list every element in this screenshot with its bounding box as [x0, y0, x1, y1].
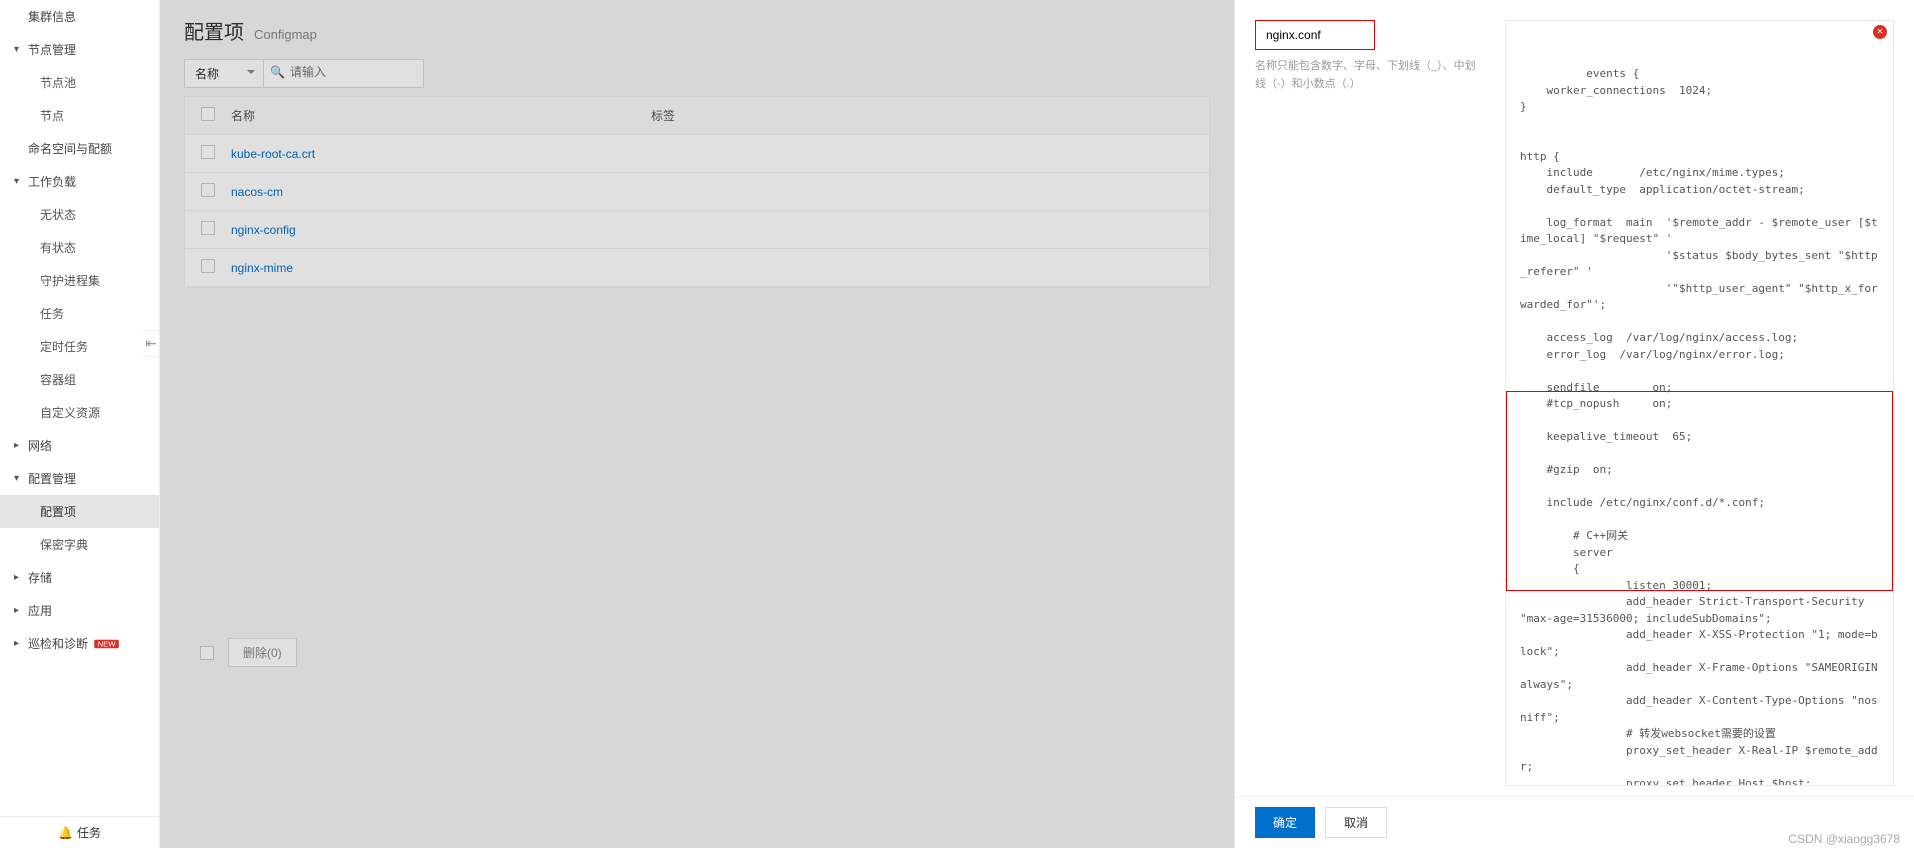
sidebar-collapse-toggle[interactable]: ⇤ — [143, 330, 160, 357]
table-footer: 删除(0) — [184, 628, 1210, 677]
code-editor[interactable]: ✕ events { worker_connections 1024; } ht… — [1505, 20, 1894, 786]
sidebar-item-label: 任务 — [40, 305, 64, 322]
sidebar-item-9[interactable]: 任务 — [0, 297, 159, 330]
footer-checkbox[interactable] — [200, 646, 214, 660]
sidebar-item-label: 巡检和诊断 — [28, 635, 88, 652]
sidebar-item-label: 配置项 — [40, 503, 76, 520]
sidebar-item-label: 有状态 — [40, 239, 76, 256]
row-checkbox[interactable] — [201, 259, 215, 273]
sidebar-item-label: 节点池 — [40, 74, 76, 91]
sidebar-item-11[interactable]: 容器组 — [0, 363, 159, 396]
highlight-server-block — [1506, 391, 1893, 591]
sidebar-item-label: 自定义资源 — [40, 404, 100, 421]
table-row: kube-root-ca.crt — [185, 135, 1209, 173]
edit-panel: 名称只能包含数字、字母、下划线（_）、中划线（-）和小数点（.） ✕ event… — [1234, 0, 1914, 848]
sidebar-item-1[interactable]: ▾ 节点管理 — [0, 33, 159, 66]
new-badge: NEW — [94, 639, 119, 648]
cancel-button[interactable]: 取消 — [1325, 807, 1387, 838]
delete-button[interactable]: 删除(0) — [228, 638, 297, 667]
code-content: events { worker_connections 1024; } http… — [1520, 67, 1884, 786]
sidebar-item-label: 配置管理 — [28, 470, 76, 487]
sidebar-item-label: 命名空间与配额 — [28, 140, 112, 157]
row-checkbox[interactable] — [201, 221, 215, 235]
sidebar-footer-label: 任务 — [77, 824, 101, 841]
page-title-text: 配置项 — [184, 16, 244, 45]
table-row: nginx-mime — [185, 249, 1209, 287]
chevron-icon: ▾ — [14, 473, 24, 484]
sidebar-item-3[interactable]: 节点 — [0, 99, 159, 132]
row-name-link[interactable]: nacos-cm — [231, 185, 283, 199]
table-header: 名称 标签 — [185, 97, 1209, 135]
filename-hint: 名称只能包含数字、字母、下划线（_）、中划线（-）和小数点（.） — [1255, 58, 1485, 93]
sidebar-item-label: 守护进程集 — [40, 272, 100, 289]
filter-select-value: 名称 — [195, 67, 219, 81]
chevron-icon: ▸ — [14, 440, 24, 451]
sidebar-item-label: 容器组 — [40, 371, 76, 388]
sidebar-item-label: 存储 — [28, 569, 52, 586]
sidebar-item-label: 应用 — [28, 602, 52, 619]
sidebar-item-16[interactable]: 保密字典 — [0, 528, 159, 561]
page-title: 配置项 Configmap — [184, 16, 1210, 45]
sidebar-item-19[interactable]: ▸ 巡检和诊断 NEW — [0, 627, 159, 660]
row-checkbox[interactable] — [201, 183, 215, 197]
table-row: nacos-cm — [185, 173, 1209, 211]
column-label: 标签 — [651, 107, 1193, 124]
table-row: nginx-config — [185, 211, 1209, 249]
row-name-link[interactable]: nginx-config — [231, 223, 296, 237]
sidebar-item-6[interactable]: 无状态 — [0, 198, 159, 231]
filter-select[interactable]: 名称 — [184, 59, 264, 88]
sidebar-item-0[interactable]: 集群信息 — [0, 0, 159, 33]
close-icon[interactable]: ✕ — [1873, 25, 1887, 39]
config-table: 名称 标签 kube-root-ca.crt nacos-cm nginx-conf… — [184, 96, 1210, 288]
filter-bar: 名称 🔍 — [184, 59, 1210, 88]
row-checkbox[interactable] — [201, 145, 215, 159]
filter-input-wrap: 🔍 — [264, 59, 424, 88]
select-all-checkbox[interactable] — [201, 107, 215, 121]
sidebar-item-13[interactable]: ▸ 网络 — [0, 429, 159, 462]
sidebar-item-label: 节点 — [40, 107, 64, 124]
sidebar-item-label: 定时任务 — [40, 338, 88, 355]
sidebar-item-label: 节点管理 — [28, 41, 76, 58]
chevron-icon: ▾ — [14, 176, 24, 187]
sidebar-footer[interactable]: 🔔 任务 — [0, 816, 159, 848]
sidebar-item-2[interactable]: 节点池 — [0, 66, 159, 99]
search-icon: 🔍 — [270, 65, 285, 79]
sidebar: 集群信息▾节点管理节点池节点命名空间与配额▾工作负载无状态有状态守护进程集任务定… — [0, 0, 160, 848]
chevron-icon: ▸ — [14, 605, 24, 616]
sidebar-item-10[interactable]: 定时任务 — [0, 330, 159, 363]
sidebar-item-18[interactable]: ▸ 应用 — [0, 594, 159, 627]
confirm-button[interactable]: 确定 — [1255, 807, 1315, 838]
sidebar-item-4[interactable]: 命名空间与配额 — [0, 132, 159, 165]
sidebar-item-label: 集群信息 — [28, 8, 76, 25]
column-name: 名称 — [231, 107, 651, 124]
bell-icon: 🔔 — [58, 826, 73, 840]
chevron-icon: ▾ — [14, 44, 24, 55]
filter-input[interactable] — [290, 65, 413, 79]
sidebar-item-8[interactable]: 守护进程集 — [0, 264, 159, 297]
row-name-link[interactable]: kube-root-ca.crt — [231, 147, 315, 161]
main-area: 配置项 Configmap 名称 🔍 名称 标签 kube-root-ca — [160, 0, 1234, 848]
sidebar-item-label: 无状态 — [40, 206, 76, 223]
sidebar-item-label: 保密字典 — [40, 536, 88, 553]
page-subtitle: Configmap — [254, 27, 317, 42]
sidebar-item-15[interactable]: 配置项 — [0, 495, 159, 528]
sidebar-item-17[interactable]: ▸ 存储 — [0, 561, 159, 594]
sidebar-item-14[interactable]: ▾ 配置管理 — [0, 462, 159, 495]
chevron-icon: ▸ — [14, 572, 24, 583]
sidebar-item-label: 工作负载 — [28, 173, 76, 190]
sidebar-item-label: 网络 — [28, 437, 52, 454]
chevron-icon: ▸ — [14, 638, 24, 649]
filename-input[interactable] — [1255, 20, 1375, 50]
watermark: CSDN @xiaogg3678 — [1788, 832, 1900, 846]
row-name-link[interactable]: nginx-mime — [231, 261, 293, 275]
sidebar-item-12[interactable]: 自定义资源 — [0, 396, 159, 429]
sidebar-item-5[interactable]: ▾ 工作负载 — [0, 165, 159, 198]
sidebar-item-7[interactable]: 有状态 — [0, 231, 159, 264]
